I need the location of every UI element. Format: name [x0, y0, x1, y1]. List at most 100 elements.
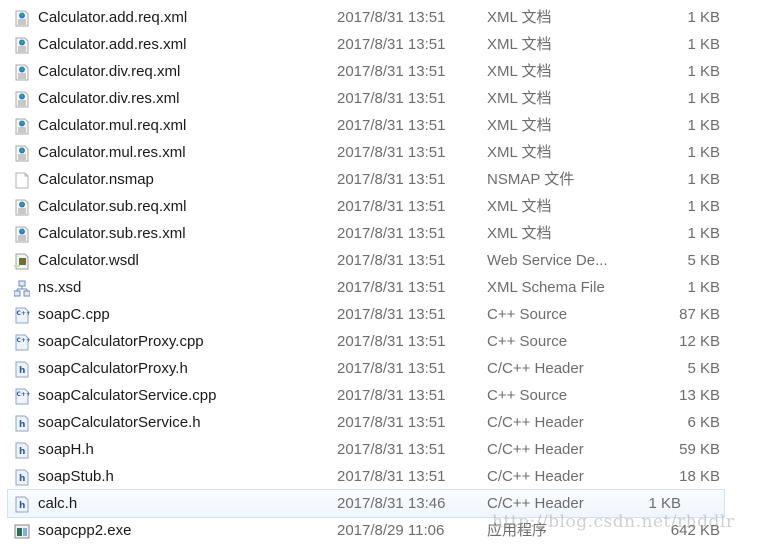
file-name[interactable]: Calculator.mul.res.xml — [38, 139, 186, 166]
file-size: 12 KB — [679, 333, 720, 350]
file-type: C/C++ Header — [487, 441, 584, 458]
file-size: 13 KB — [679, 387, 720, 404]
file-size: 1 KB — [648, 495, 681, 512]
file-size: 18 KB — [679, 468, 720, 485]
header-file-icon: h — [14, 495, 30, 513]
file-list: Calculator.add.req.xml 2017/8/31 13:51 XML… — [0, 4, 771, 544]
file-size: 1 KB — [687, 279, 720, 296]
file-name[interactable]: soapCalculatorProxy.h — [38, 355, 188, 382]
file-name[interactable]: calc.h — [38, 490, 77, 517]
xml-document-icon — [14, 144, 30, 162]
file-row[interactable]: h soapCalculatorService.h 2017/8/31 13:51 C… — [0, 409, 771, 436]
file-row[interactable]: Calculator.add.req.xml 2017/8/31 13:51 XML… — [0, 4, 771, 31]
xml-document-icon — [14, 90, 30, 108]
svg-text:C++: C++ — [17, 337, 31, 344]
file-type: Web Service De... — [487, 252, 608, 269]
file-date: 2017/8/31 13:51 — [337, 225, 446, 242]
file-date: 2017/8/31 13:51 — [337, 468, 446, 485]
file-date: 2017/8/31 13:51 — [337, 198, 446, 215]
file-name[interactable]: soapH.h — [38, 436, 94, 463]
file-row[interactable]: soapcpp2.exe 2017/8/29 11:06 应用程序 642 KB — [0, 517, 771, 544]
file-type: C/C++ Header — [487, 495, 584, 512]
file-row[interactable]: Calculator.mul.req.xml 2017/8/31 13:51 XML… — [0, 112, 771, 139]
file-row[interactable]: Calculator.sub.res.xml 2017/8/31 13:51 XML… — [0, 220, 771, 247]
file-date: 2017/8/31 13:51 — [337, 117, 446, 134]
file-type: XML 文档 — [487, 144, 552, 161]
file-date: 2017/8/31 13:51 — [337, 144, 446, 161]
svg-text:h: h — [19, 447, 25, 457]
file-row[interactable]: Calculator.mul.res.xml 2017/8/31 13:51 XML… — [0, 139, 771, 166]
file-size: 642 KB — [670, 522, 720, 539]
file-size: 59 KB — [679, 441, 720, 458]
file-date: 2017/8/31 13:46 — [337, 495, 446, 512]
file-date: 2017/8/31 13:51 — [337, 306, 446, 323]
file-row[interactable]: h soapCalculatorProxy.h 2017/8/31 13:51 C/C… — [0, 355, 771, 382]
file-size: 5 KB — [687, 360, 720, 377]
file-size: 1 KB — [687, 90, 720, 107]
file-row[interactable]: C++ soapCalculatorProxy.cpp 2017/8/31 13:5… — [0, 328, 771, 355]
file-size: 1 KB — [687, 63, 720, 80]
xml-document-icon — [14, 63, 30, 81]
file-name[interactable]: Calculator.sub.req.xml — [38, 193, 186, 220]
file-row[interactable]: Calculator.div.req.xml 2017/8/31 13:51 XML… — [0, 58, 771, 85]
file-type: XML 文档 — [487, 225, 552, 242]
file-name[interactable]: soapCalculatorService.cpp — [38, 382, 216, 409]
svg-text:C++: C++ — [17, 391, 31, 398]
file-name[interactable]: Calculator.nsmap — [38, 166, 154, 193]
file-date: 2017/8/31 13:51 — [337, 63, 446, 80]
executable-icon — [14, 522, 30, 539]
file-name[interactable]: Calculator.sub.res.xml — [38, 220, 186, 247]
file-name[interactable]: Calculator.div.req.xml — [38, 58, 180, 85]
file-row[interactable]: h soapStub.h 2017/8/31 13:51 C/C++ Header 18… — [0, 463, 771, 490]
file-name[interactable]: soapcpp2.exe — [38, 517, 131, 544]
file-row[interactable]: Calculator.div.res.xml 2017/8/31 13:51 XML… — [0, 85, 771, 112]
file-name[interactable]: soapStub.h — [38, 463, 114, 490]
xml-document-icon — [14, 225, 30, 243]
file-type: C++ Source — [487, 333, 568, 350]
file-row[interactable]: Calculator.sub.req.xml 2017/8/31 13:51 XML… — [0, 193, 771, 220]
file-row[interactable]: h calc.h 2017/8/31 13:46 C/C++ Header 1 KB — [7, 489, 725, 518]
file-name[interactable]: soapC.cpp — [38, 301, 110, 328]
file-date: 2017/8/29 11:06 — [337, 522, 445, 539]
file-size: 1 KB — [687, 225, 720, 242]
file-date: 2017/8/31 13:51 — [337, 252, 446, 269]
file-name[interactable]: Calculator.mul.req.xml — [38, 112, 186, 139]
file-date: 2017/8/31 13:51 — [337, 279, 446, 296]
file-name[interactable]: soapCalculatorProxy.cpp — [38, 328, 204, 355]
header-file-icon: h — [14, 468, 30, 486]
svg-text:h: h — [19, 501, 25, 511]
file-row[interactable]: C++ soapCalculatorService.cpp 2017/8/31 13… — [0, 382, 771, 409]
file-row[interactable]: h soapH.h 2017/8/31 13:51 C/C++ Header 59 KB — [0, 436, 771, 463]
file-row[interactable]: C++ soapC.cpp 2017/8/31 13:51 C++ Source 87 … — [0, 301, 771, 328]
xml-document-icon — [14, 9, 30, 27]
wsdl-file-icon — [14, 252, 30, 270]
file-row[interactable]: Calculator.nsmap 2017/8/31 13:51 NSMAP 文件 1… — [0, 166, 771, 193]
file-size: 5 KB — [687, 252, 720, 269]
file-name[interactable]: Calculator.add.res.xml — [38, 31, 186, 58]
file-name[interactable]: soapCalculatorService.h — [38, 409, 201, 436]
file-date: 2017/8/31 13:51 — [337, 171, 446, 188]
file-type: XML 文档 — [487, 63, 552, 80]
file-name[interactable]: Calculator.wsdl — [38, 247, 139, 274]
file-size: 1 KB — [687, 36, 720, 53]
svg-text:C++: C++ — [17, 310, 31, 317]
file-date: 2017/8/31 13:51 — [337, 36, 446, 53]
file-date: 2017/8/31 13:51 — [337, 333, 446, 350]
file-size: 1 KB — [687, 144, 720, 161]
cpp-source-icon: C++ — [14, 306, 31, 324]
file-date: 2017/8/31 13:51 — [337, 414, 446, 431]
file-name[interactable]: Calculator.div.res.xml — [38, 85, 179, 112]
file-type: C/C++ Header — [487, 468, 584, 485]
file-row[interactable]: Calculator.add.res.xml 2017/8/31 13:51 XML… — [0, 31, 771, 58]
file-size: 6 KB — [687, 414, 720, 431]
xsd-schema-icon — [13, 279, 31, 297]
file-name[interactable]: Calculator.add.req.xml — [38, 4, 187, 31]
file-type: 应用程序 — [487, 522, 548, 539]
file-size: 1 KB — [687, 117, 720, 134]
file-type: C++ Source — [487, 387, 568, 404]
file-name[interactable]: ns.xsd — [38, 274, 81, 301]
blank-file-icon — [14, 171, 30, 189]
file-type: XML Schema File — [487, 279, 605, 296]
file-row[interactable]: ns.xsd 2017/8/31 13:51 XML Schema File 1 KB — [0, 274, 771, 301]
file-row[interactable]: Calculator.wsdl 2017/8/31 13:51 Web Servic… — [0, 247, 771, 274]
